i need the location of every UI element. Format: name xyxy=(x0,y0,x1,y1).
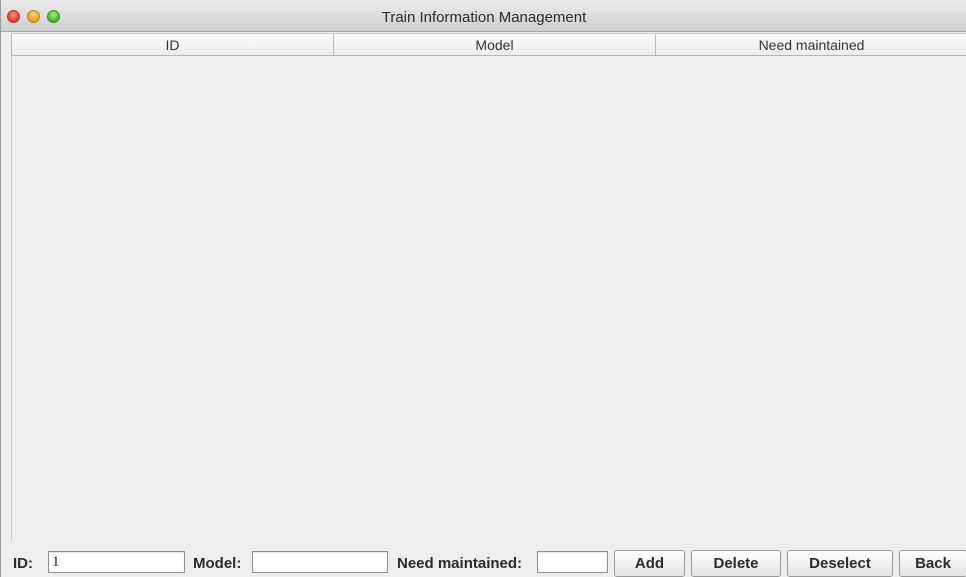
need-maintained-label: Need maintained: xyxy=(397,555,523,572)
id-label: ID: xyxy=(13,555,33,572)
need-maintained-input[interactable] xyxy=(537,551,608,573)
form-bar: ID: Model: Need maintained: Add Delete D… xyxy=(1,542,966,577)
window-title: Train Information Management xyxy=(381,9,587,26)
delete-button[interactable]: Delete xyxy=(691,550,781,577)
model-input[interactable] xyxy=(252,551,388,573)
column-header-need-maintained[interactable]: Need maintained xyxy=(656,34,966,55)
column-header-model[interactable]: Model xyxy=(334,34,656,55)
add-button[interactable]: Add xyxy=(614,550,685,577)
column-header-id[interactable]: ID xyxy=(12,34,334,55)
back-button[interactable]: Back xyxy=(899,550,966,577)
title-bar[interactable]: Train Information Management xyxy=(1,0,966,32)
model-label: Model: xyxy=(193,555,242,572)
deselect-button[interactable]: Deselect xyxy=(787,550,893,577)
app-window: Train Information Management ID Model Ne… xyxy=(0,0,966,577)
id-input[interactable] xyxy=(48,551,185,573)
table-header: ID Model Need maintained xyxy=(11,33,966,56)
table-body[interactable] xyxy=(11,56,966,541)
